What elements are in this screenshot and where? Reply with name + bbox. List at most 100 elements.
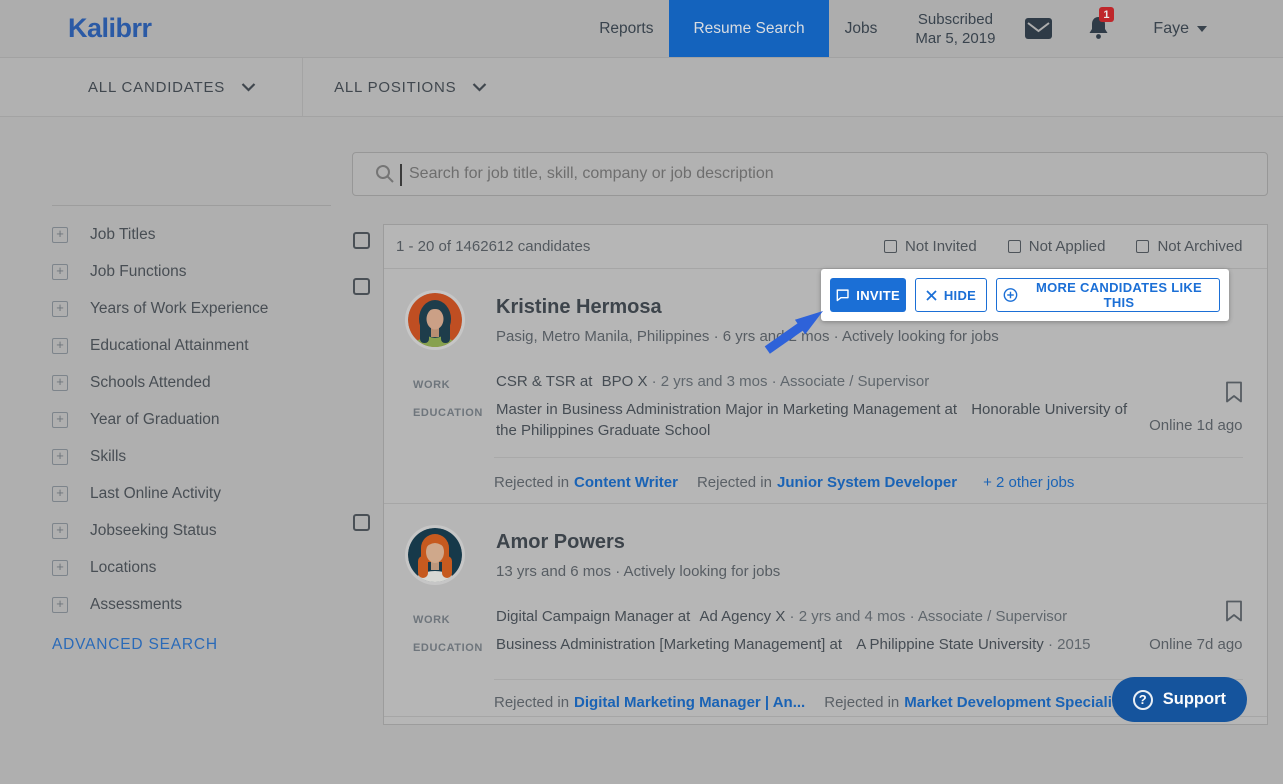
sidebar-filter-jobseeking-status[interactable]: +Jobseeking Status: [52, 512, 331, 549]
all-candidates-dropdown[interactable]: ALL CANDIDATES: [0, 58, 303, 116]
education-degree: Business Administration [Marketing Manag…: [496, 636, 842, 653]
education-entry: Master in Business Administration Major …: [496, 399, 1141, 441]
rejected-prefix: Rejected in: [494, 694, 569, 711]
rejected-job-link[interactable]: Junior System Developer: [777, 474, 957, 491]
hide-label: HIDE: [944, 288, 976, 303]
more-jobs-link[interactable]: + 2 other jobs: [983, 474, 1074, 491]
sidebar-filter-year-of-graduation[interactable]: +Year of Graduation: [52, 401, 331, 438]
sidebar-filter-schools-attended[interactable]: + Schools Attended: [52, 364, 331, 401]
filter-label: Schools Attended: [90, 374, 211, 392]
online-status: Online 1d ago: [1149, 417, 1242, 434]
search-icon: [375, 164, 395, 184]
plus-icon[interactable]: +: [52, 449, 68, 465]
notifications-bell-icon[interactable]: 1: [1088, 16, 1109, 41]
sidebar-filter-assessments[interactable]: + Assessments: [52, 586, 331, 623]
more-candidates-label: MORE CANDIDATES LIKE THIS: [1025, 280, 1213, 310]
work-meta: · 2 yrs and 4 mos · Associate / Supervis…: [790, 608, 1068, 625]
rejected-job-link[interactable]: Content Writer: [574, 474, 678, 491]
sidebar-filter-educational-attainment[interactable]: +Educational Attainment: [52, 327, 331, 364]
plus-icon[interactable]: +: [52, 412, 68, 428]
candidate-row-checkbox[interactable]: [353, 278, 370, 295]
plus-icon[interactable]: +: [52, 264, 68, 280]
rejected-job-link[interactable]: Market Development Specialist: [904, 694, 1125, 711]
rejected-job-link[interactable]: Digital Marketing Manager | An...: [574, 694, 805, 711]
user-menu[interactable]: Faye: [1153, 20, 1207, 38]
rejection-item: Rejected inJunior System Developer: [697, 474, 957, 491]
work-entry: Digital Campaign Manager at Ad Agency X …: [496, 606, 1141, 631]
online-status: Online 7d ago: [1149, 636, 1242, 653]
chevron-down-icon: [1197, 26, 1207, 32]
work-company[interactable]: Ad Agency X: [699, 608, 785, 625]
sidebar-filter-job-functions[interactable]: +Job Functions: [52, 253, 331, 290]
nav-jobs[interactable]: Jobs: [829, 0, 894, 57]
plus-icon[interactable]: +: [52, 227, 68, 243]
search-input[interactable]: [407, 164, 1253, 184]
kalibrr-logo[interactable]: Kalibrr: [68, 13, 152, 44]
work-meta-text: · 2 yrs and 4 mos · Associate / Supervis…: [790, 608, 1068, 625]
candidate-row-checkbox[interactable]: [353, 514, 370, 531]
checkbox-icon[interactable]: [1136, 240, 1149, 253]
plus-icon[interactable]: +: [52, 486, 68, 502]
sidebar-filter-locations[interactable]: +Locations: [52, 549, 331, 586]
circle-plus-icon: [1003, 287, 1018, 303]
chevron-down-icon: [472, 83, 487, 92]
sidebar-filter-job-titles[interactable]: + Job Titles: [52, 216, 331, 253]
nav-resume-search[interactable]: Resume Search: [669, 0, 828, 57]
plus-icon[interactable]: +: [52, 338, 68, 354]
candidate-name[interactable]: Amor Powers: [496, 531, 780, 554]
filter-label: Job Titles: [90, 226, 155, 244]
all-positions-label: ALL POSITIONS: [334, 79, 456, 96]
invite-button[interactable]: INVITE: [830, 278, 906, 312]
sidebar-filter-last-online-activity[interactable]: +Last Online Activity: [52, 475, 331, 512]
all-candidates-label: ALL CANDIDATES: [88, 79, 225, 96]
plus-icon[interactable]: +: [52, 560, 68, 576]
work-label: WORK: [413, 606, 496, 631]
filters-sidebar: + Job Titles +Job Functions +Years of Wor…: [0, 117, 331, 784]
plus-icon[interactable]: +: [52, 523, 68, 539]
user-name: Faye: [1153, 20, 1189, 38]
filters-list: + Job Titles +Job Functions +Years of Wor…: [52, 216, 331, 623]
not-invited-label: Not Invited: [905, 238, 977, 255]
plus-icon[interactable]: +: [52, 375, 68, 391]
sidebar-filter-skills[interactable]: + Skills: [52, 438, 331, 475]
checkbox-icon[interactable]: [1008, 240, 1021, 253]
rejection-item: Rejected in Content Writer: [494, 474, 678, 491]
hide-button[interactable]: HIDE: [915, 278, 987, 312]
notification-badge: 1: [1099, 7, 1113, 22]
candidate-action-toolbar: INVITE HIDE MORE CANDIDATES LIKE THIS: [821, 269, 1229, 321]
mail-icon[interactable]: [1025, 18, 1052, 39]
more-candidates-like-this-button[interactable]: MORE CANDIDATES LIKE THIS: [996, 278, 1220, 312]
not-archived-filter[interactable]: Not Archived: [1136, 238, 1242, 255]
not-applied-filter[interactable]: Not Applied: [1008, 238, 1106, 255]
select-all-checkbox[interactable]: [353, 232, 370, 249]
work-entry: CSR & TSR at BPO X · 2 yrs and 3 mos · A…: [496, 371, 1141, 396]
work-company[interactable]: BPO X: [602, 373, 648, 390]
education-school[interactable]: A Philippine State University: [856, 636, 1044, 653]
plus-icon[interactable]: +: [52, 597, 68, 613]
sidebar-filter-years-of-work-experience[interactable]: +Years of Work Experience: [52, 290, 331, 327]
work-title: Digital Campaign Manager at: [496, 608, 690, 625]
chevron-down-icon: [241, 83, 256, 92]
rejected-prefix: Rejected in: [494, 474, 569, 491]
plus-icon[interactable]: +: [52, 301, 68, 317]
filter-label: Skills: [90, 448, 126, 466]
search-bar: [352, 152, 1268, 196]
bookmark-icon[interactable]: [1225, 600, 1243, 627]
education-label: EDUCATION: [413, 399, 496, 441]
not-invited-filter[interactable]: Not Invited: [884, 238, 977, 255]
candidate-summary: 13 yrs and 6 mos · Actively looking for …: [496, 563, 780, 580]
results-panel: 1 - 20 of 1462612 candidates Not Invited…: [383, 224, 1268, 725]
education-label: EDUCATION: [413, 634, 496, 659]
nav-reports[interactable]: Reports: [583, 0, 669, 57]
work-title: CSR & TSR at: [496, 373, 592, 390]
education-year-text: · 2015: [1048, 636, 1091, 653]
support-button[interactable]: ? Support: [1112, 677, 1247, 722]
top-nav: Reports Resume Search Jobs Subscribed Ma…: [583, 0, 1283, 57]
bookmark-icon[interactable]: [1225, 381, 1243, 408]
advanced-search-link[interactable]: ADVANCED SEARCH: [52, 636, 331, 654]
all-positions-dropdown[interactable]: ALL POSITIONS: [303, 58, 527, 116]
filter-label: Assessments: [90, 596, 182, 614]
chat-bubble-icon: [836, 288, 849, 302]
rejection-item: Rejected inMarket Development Specialist: [824, 694, 1125, 711]
checkbox-icon[interactable]: [884, 240, 897, 253]
